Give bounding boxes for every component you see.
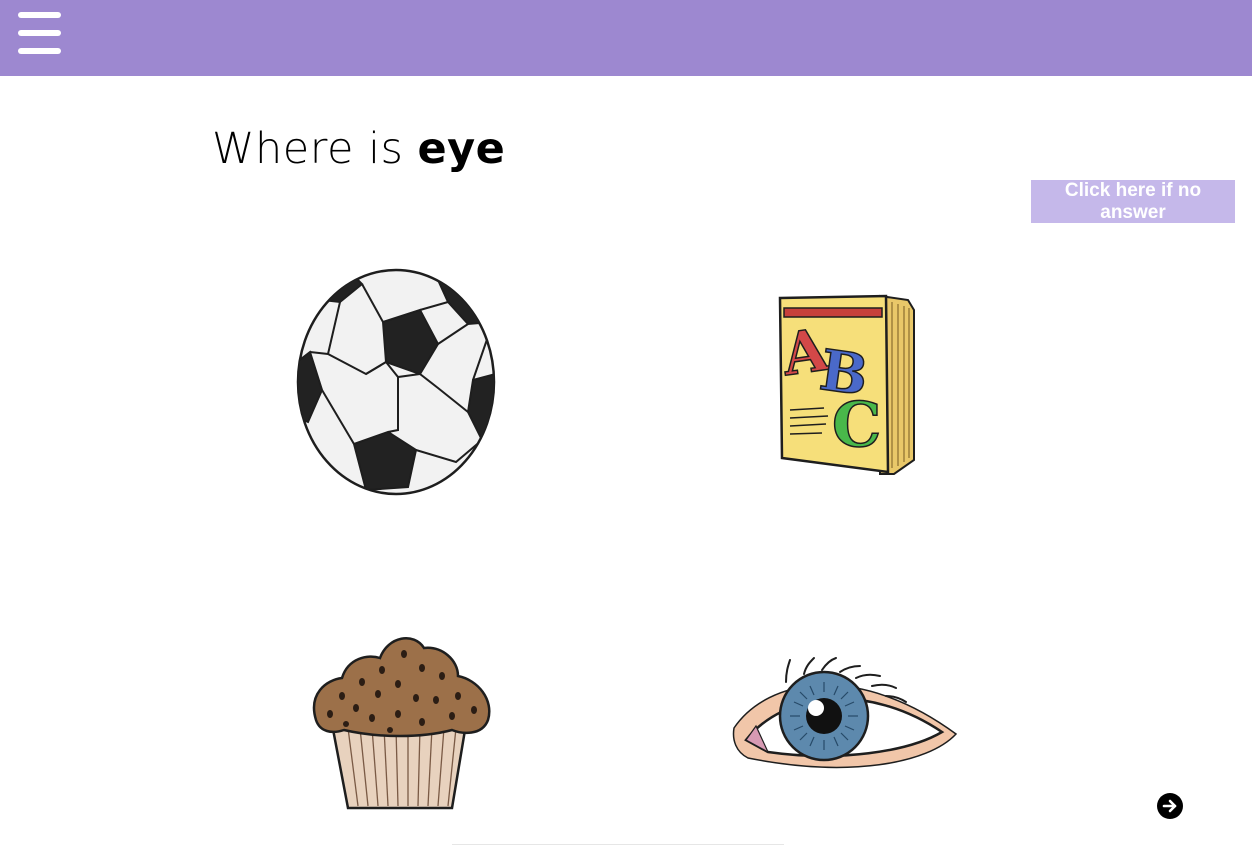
arrow-right-icon bbox=[1162, 799, 1177, 813]
choice-muffin[interactable] bbox=[302, 624, 498, 814]
abc-book-image: A B C bbox=[777, 294, 915, 475]
hamburger-menu-icon[interactable] bbox=[16, 10, 62, 56]
no-answer-button[interactable]: Click here if no answer bbox=[1031, 180, 1235, 223]
soccer-ball-image bbox=[296, 268, 496, 496]
choice-abc-book[interactable]: A B C bbox=[768, 290, 922, 478]
prompt-target-word: eye bbox=[417, 124, 506, 174]
svg-text:C: C bbox=[832, 388, 881, 461]
prompt-prefix: Where is bbox=[212, 124, 404, 174]
muffin-image bbox=[312, 637, 491, 810]
eye-image bbox=[732, 657, 958, 769]
choice-eye[interactable] bbox=[728, 652, 960, 776]
next-arrow-button[interactable] bbox=[1157, 793, 1183, 819]
question-prompt: Where is eye bbox=[212, 124, 505, 174]
bottom-divider bbox=[452, 844, 784, 845]
choice-soccer-ball[interactable] bbox=[288, 262, 504, 502]
top-bar bbox=[0, 0, 1252, 76]
